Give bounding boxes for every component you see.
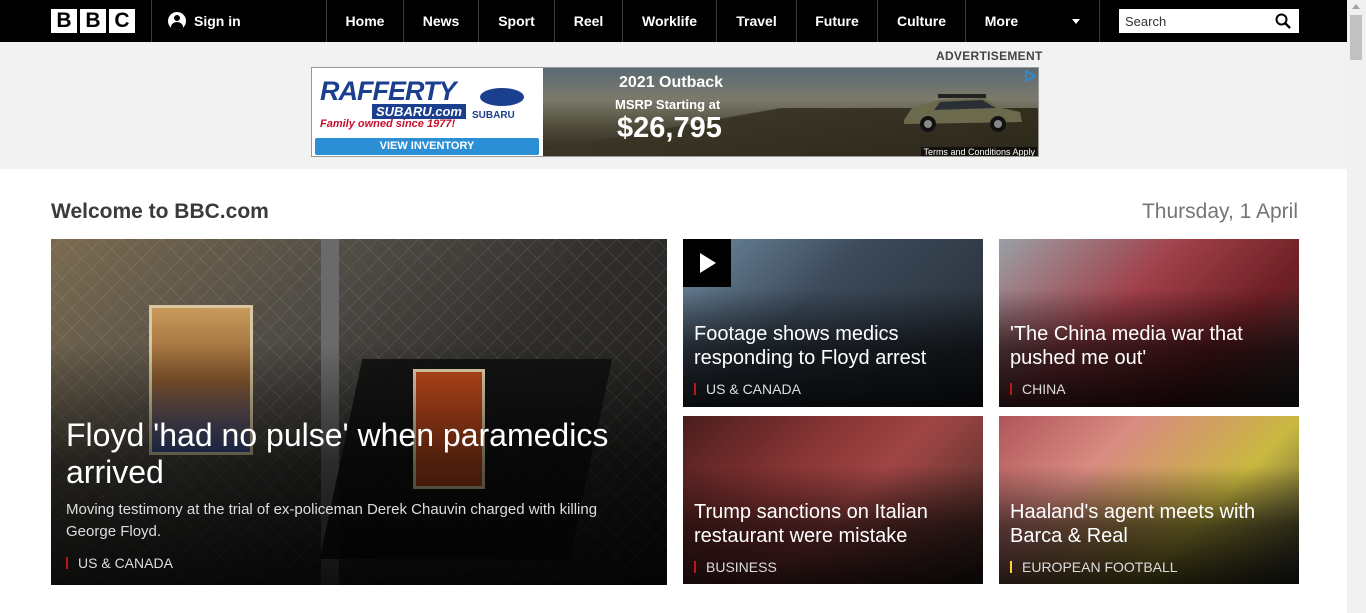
page-title: Welcome to BBC.com	[51, 200, 269, 223]
nav-divider	[151, 0, 152, 42]
nav-sport[interactable]: Sport	[479, 0, 554, 42]
nav-home[interactable]: Home	[327, 0, 403, 42]
story-tag[interactable]: BUSINESS	[694, 560, 777, 574]
nav-divider	[1099, 0, 1100, 42]
story-tag[interactable]: CHINA	[1010, 382, 1066, 396]
ad-model: 2021 Outback	[619, 74, 724, 91]
sign-in-link[interactable]: Sign in	[168, 0, 241, 42]
advertisement-label: ADVERTISEMENT	[936, 49, 1043, 63]
search-icon[interactable]	[1275, 13, 1291, 29]
view-inventory-button[interactable]: VIEW INVENTORY	[315, 138, 539, 155]
ad-dealer-panel: RAFFERTY SUBARU.com Family owned since 1…	[312, 68, 543, 156]
story-tag[interactable]: EUROPEAN FOOTBALL	[1010, 560, 1178, 574]
story-tag[interactable]: US & CANADA	[694, 382, 801, 396]
story-card[interactable]: Haaland's agent meets with Barca & Real …	[999, 416, 1299, 584]
ad-tagline: Family owned since 1977!	[320, 118, 456, 130]
story-headline[interactable]: Haaland's agent meets with Barca & Real	[1010, 500, 1289, 548]
search-box	[1119, 9, 1299, 33]
logo-letter-b2: B	[80, 9, 106, 33]
lead-headline[interactable]: Floyd 'had no pulse' when paramedics arr…	[66, 417, 657, 491]
top-navigation: B B C Sign in Home News Sport Reel Workl…	[0, 0, 1347, 42]
page-date: Thursday, 1 April	[1141, 200, 1298, 223]
nav-culture[interactable]: Culture	[878, 0, 965, 42]
logo-letter-b1: B	[51, 9, 77, 33]
car-image	[904, 94, 1022, 132]
play-icon[interactable]	[683, 239, 731, 287]
adchoices-icon[interactable]	[1024, 70, 1036, 82]
ad-brand: RAFFERTY	[320, 76, 457, 106]
search-input[interactable]	[1125, 13, 1265, 29]
story-card[interactable]: 'The China media war that pushed me out'…	[999, 239, 1299, 407]
ad-car-panel: 2021 Outback MSRP Starting at $26,795 Te…	[543, 68, 1038, 157]
page-scrollbar[interactable]	[1347, 0, 1366, 613]
story-headline[interactable]: Trump sanctions on Italian restaurant we…	[694, 500, 973, 548]
nav-worklife[interactable]: Worklife	[623, 0, 716, 42]
user-icon	[168, 12, 186, 30]
sign-in-label: Sign in	[194, 13, 241, 29]
nav-future[interactable]: Future	[797, 0, 877, 42]
bbc-logo[interactable]: B B C	[51, 9, 135, 33]
lead-summary: Moving testimony at the trial of ex-poli…	[66, 501, 598, 540]
subaru-logo-icon	[480, 88, 524, 106]
nav-travel[interactable]: Travel	[717, 0, 796, 42]
ad-maker: SUBARU	[472, 110, 515, 121]
scrollbar-thumb[interactable]	[1350, 15, 1362, 60]
chevron-down-icon[interactable]	[1072, 19, 1080, 24]
logo-letter-c: C	[109, 9, 135, 33]
ad-msrp: MSRP Starting at	[615, 97, 721, 112]
scroll-up-icon[interactable]	[1352, 4, 1360, 9]
ad-brand-sub: SUBARU.com	[372, 104, 466, 119]
story-headline[interactable]: 'The China media war that pushed me out'	[1010, 322, 1289, 370]
ad-terms: Terms and Conditions Apply	[921, 147, 1037, 157]
story-card[interactable]: Trump sanctions on Italian restaurant we…	[683, 416, 983, 584]
nav-reel[interactable]: Reel	[555, 0, 622, 42]
lead-tag[interactable]: US & CANADA	[66, 556, 173, 570]
ad-price: $26,795	[617, 112, 722, 144]
story-card[interactable]: Footage shows medics responding to Floyd…	[683, 239, 983, 407]
lead-story-card[interactable]: Floyd 'had no pulse' when paramedics arr…	[51, 239, 667, 585]
advertisement-banner[interactable]: RAFFERTY SUBARU.com Family owned since 1…	[311, 67, 1039, 157]
nav-more[interactable]: More	[966, 0, 1037, 42]
nav-news[interactable]: News	[404, 0, 478, 42]
story-headline[interactable]: Footage shows medics responding to Floyd…	[694, 322, 973, 370]
